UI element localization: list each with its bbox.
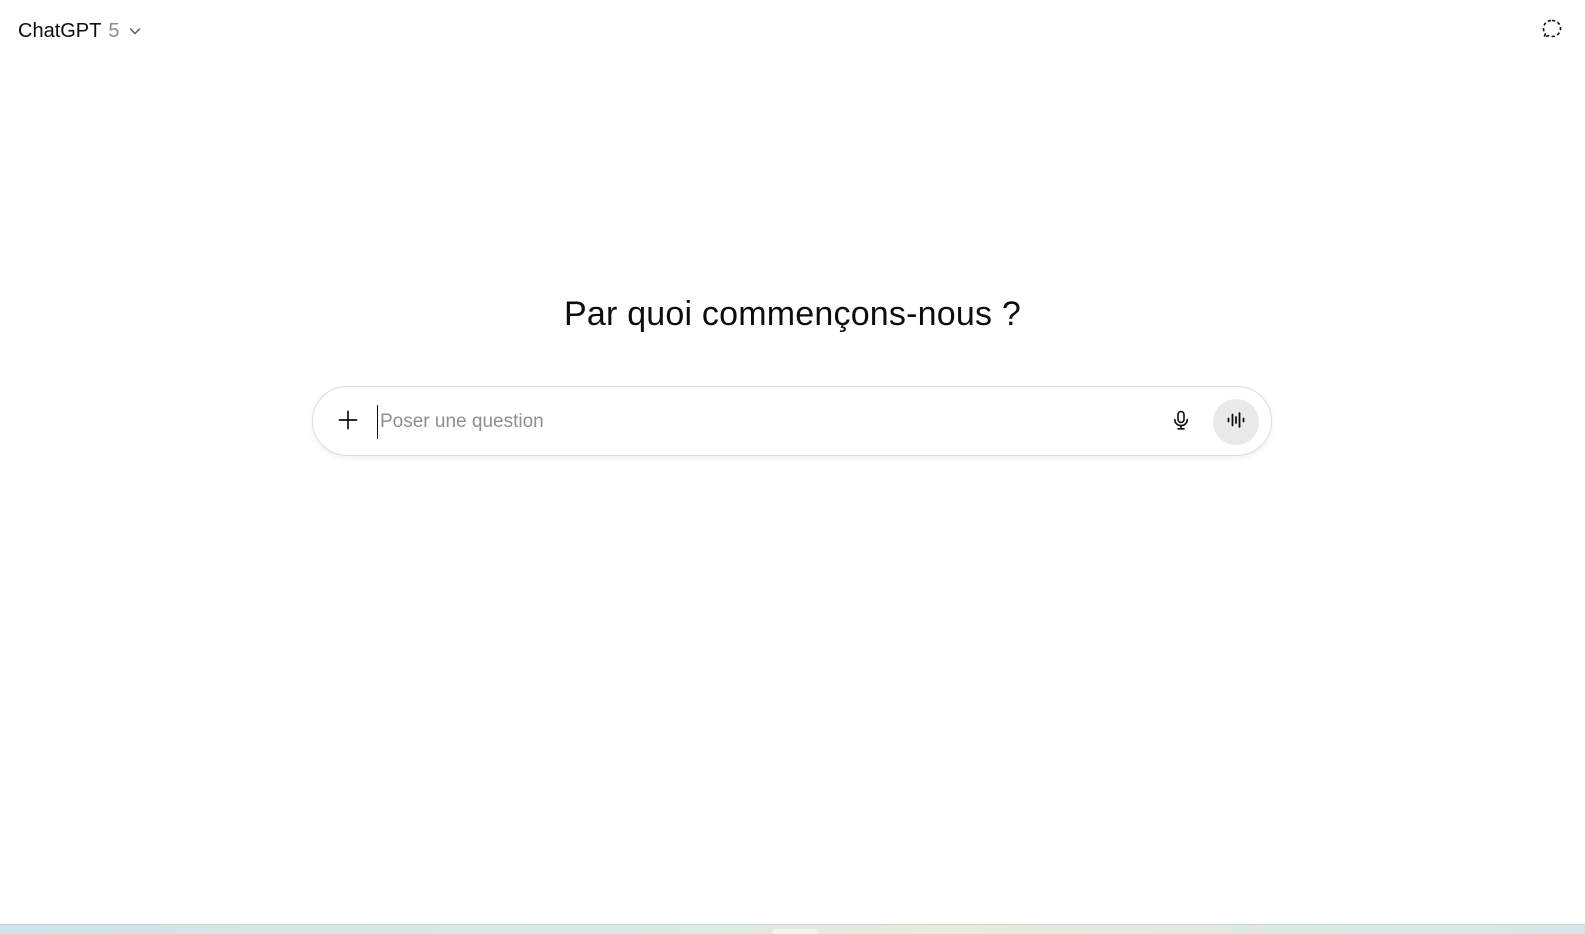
chatgpt-page: ChatGPT 5 Par quoi commençons-nous ?	[0, 0, 1585, 934]
temporary-chat-button[interactable]	[1537, 16, 1567, 46]
dictate-button[interactable]	[1163, 404, 1199, 440]
page-title: Par quoi commençons-nous ?	[564, 295, 1021, 333]
model-switcher-button[interactable]: ChatGPT 5	[10, 14, 151, 48]
dashed-chat-bubble-icon	[1540, 17, 1564, 46]
taskbar-edge	[0, 924, 1585, 934]
model-version: 5	[108, 19, 120, 42]
taskbar-tab	[772, 929, 818, 934]
microphone-icon	[1170, 409, 1192, 436]
prompt-composer	[312, 386, 1272, 456]
voice-mode-button[interactable]	[1213, 399, 1259, 445]
plus-icon	[337, 409, 359, 436]
add-attachment-button[interactable]	[330, 404, 366, 440]
model-name: ChatGPT	[18, 19, 102, 42]
voice-waveform-icon	[1225, 409, 1247, 436]
chevron-down-icon	[127, 23, 143, 39]
prompt-input[interactable]	[377, 405, 1140, 439]
